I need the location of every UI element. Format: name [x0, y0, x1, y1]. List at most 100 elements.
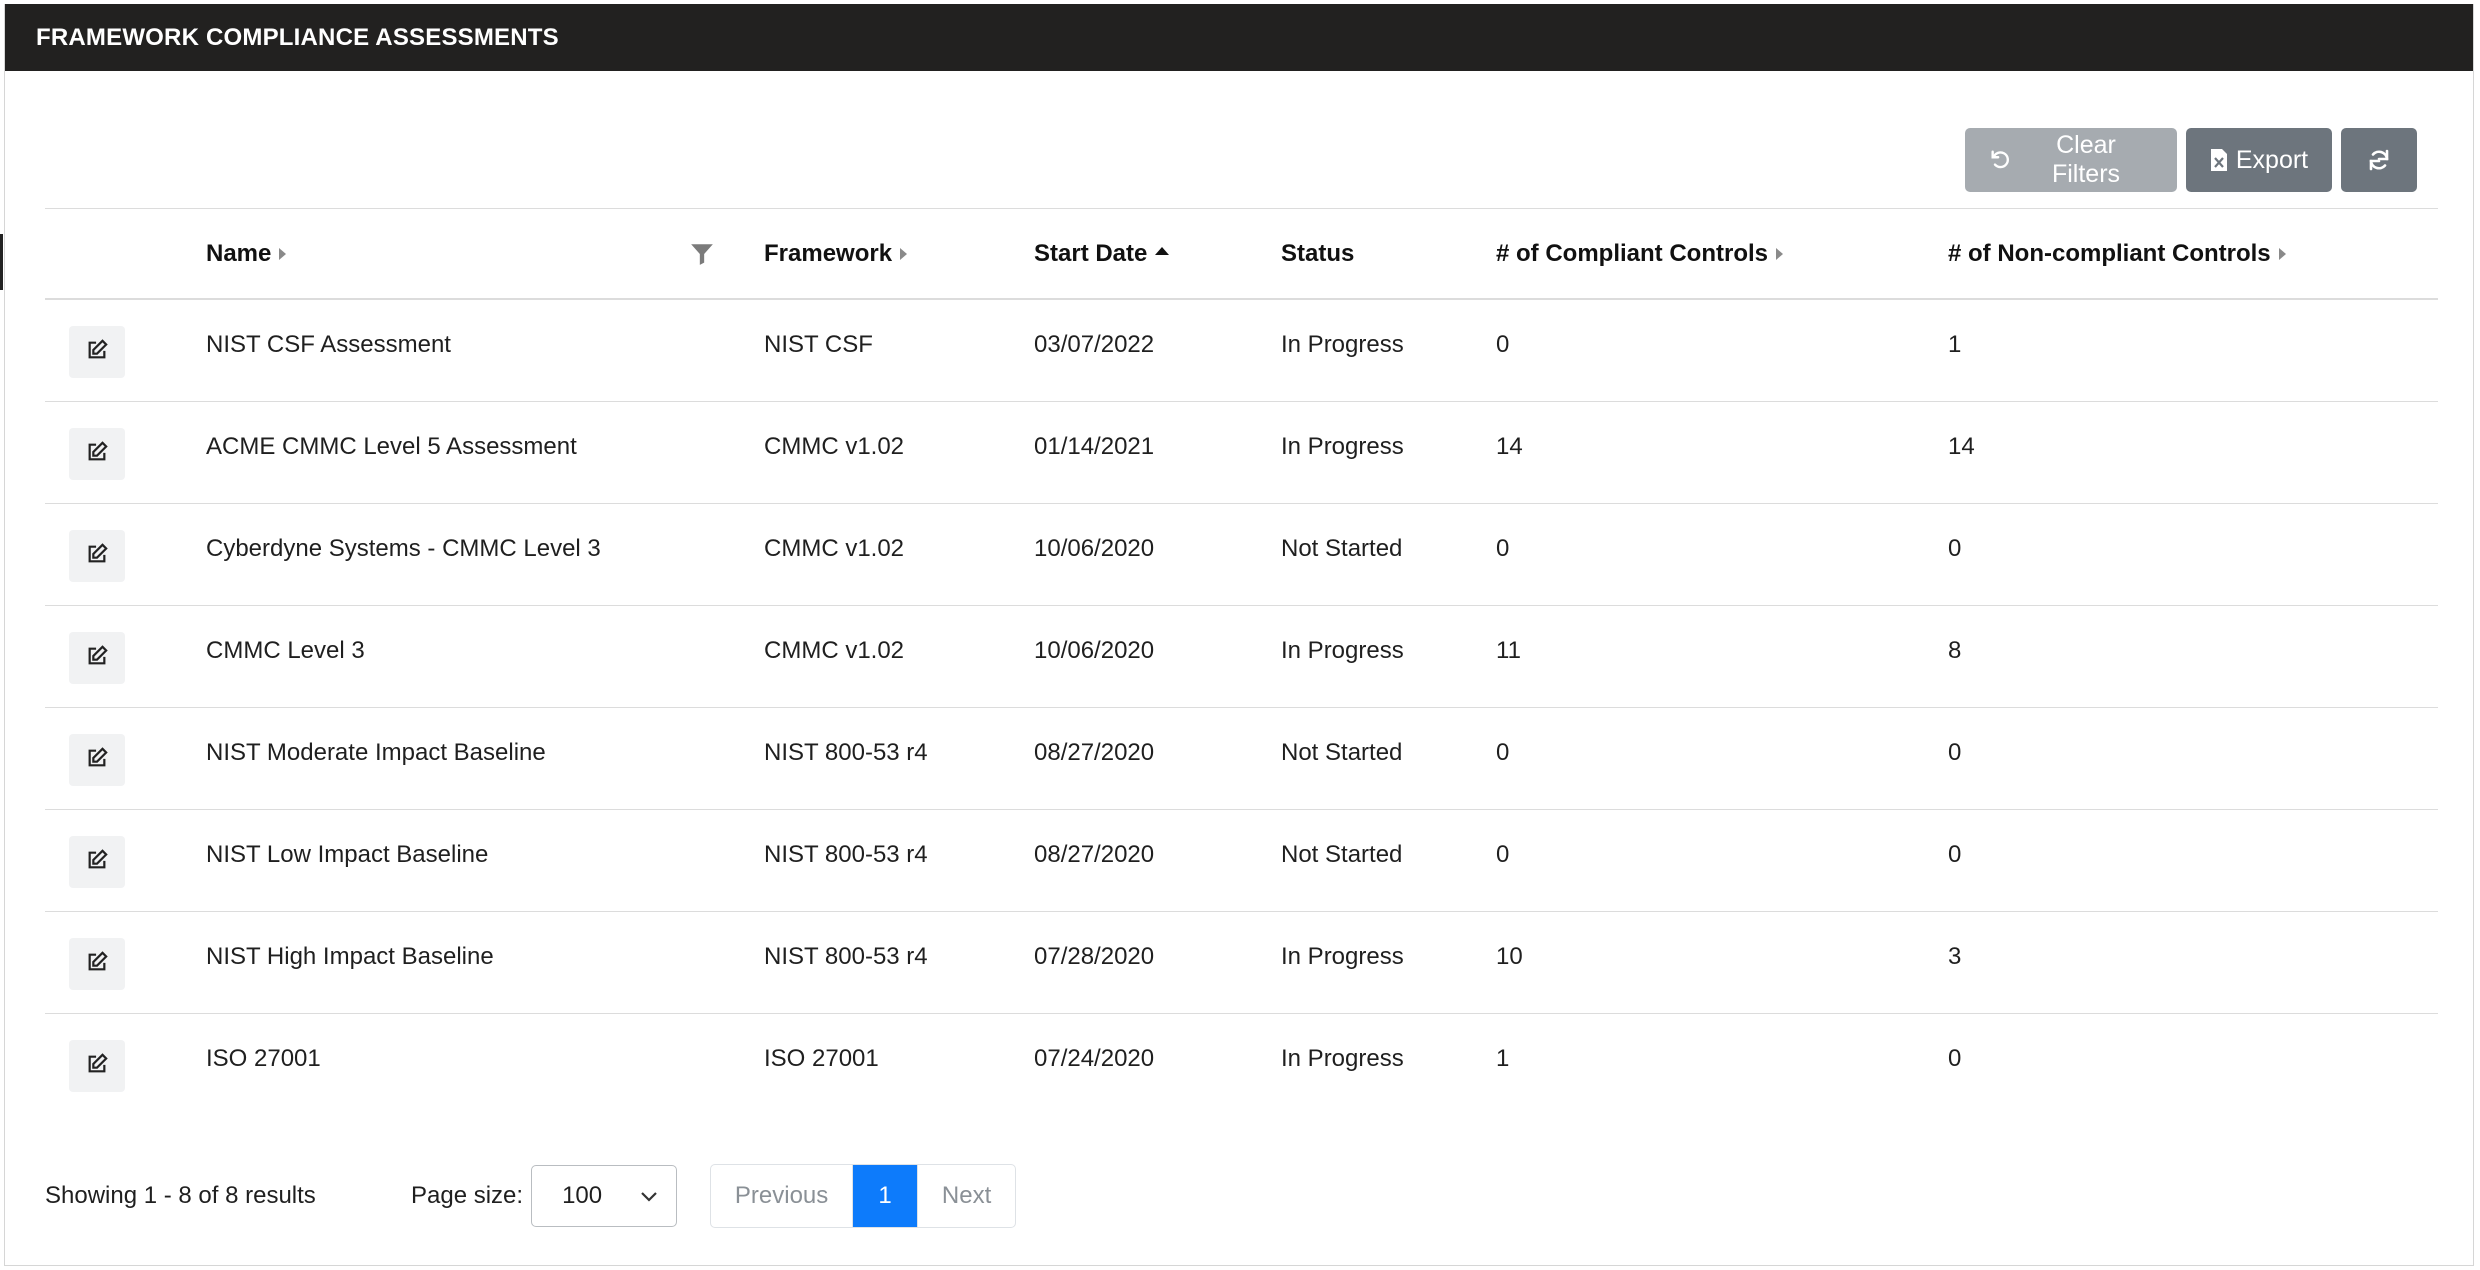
cell-name: NIST Low Impact Baseline: [206, 841, 489, 868]
cell-status: Not Started: [1281, 841, 1403, 868]
clear-filters-label: Clear Filters: [2051, 131, 2121, 188]
cell-framework: CMMC v1.02: [764, 433, 905, 460]
edit-button[interactable]: [69, 938, 125, 990]
cell-status: In Progress: [1281, 943, 1404, 970]
column-header-start-date[interactable]: Start Date: [1034, 209, 1170, 299]
assessments-panel: FRAMEWORK COMPLIANCE ASSESSMENTS Clear F…: [4, 4, 2474, 1266]
cell-noncompliant-controls: 14: [1948, 433, 1975, 460]
column-header-label: # of Non-compliant Controls: [1948, 240, 2271, 267]
edit-button[interactable]: [69, 428, 125, 480]
export-label: Export: [2235, 145, 2309, 174]
table-body: NIST CSF Assessment NIST CSF 03/07/2022 …: [45, 300, 2438, 1116]
column-header-name[interactable]: Name: [206, 209, 287, 299]
cell-start-date: 08/27/2020: [1034, 739, 1155, 766]
column-header-label: Start Date: [1034, 240, 1148, 267]
cell-noncompliant-controls: 0: [1948, 739, 1962, 766]
page-size-select[interactable]: 100: [531, 1165, 678, 1227]
cell-start-date: 01/14/2021: [1034, 433, 1155, 460]
page-1-button[interactable]: 1: [853, 1165, 918, 1227]
table-row: ISO 27001 ISO 27001 07/24/2020 In Progre…: [45, 1014, 2438, 1116]
cell-noncompliant-controls: 8: [1948, 637, 1962, 664]
cell-compliant-controls: 14: [1496, 433, 1523, 460]
next-page-button[interactable]: Next: [917, 1165, 1015, 1227]
cell-framework: NIST 800-53 r4: [764, 943, 928, 970]
column-header-label: Framework: [764, 240, 893, 267]
edit-icon: [86, 848, 108, 876]
sort-caret-icon: [1776, 248, 1783, 260]
refresh-button[interactable]: [2341, 128, 2417, 192]
cell-noncompliant-controls: 0: [1948, 841, 1962, 868]
table-footer: Showing 1 - 8 of 8 results Page size: 10…: [45, 1164, 1017, 1228]
cell-start-date: 07/24/2020: [1034, 1045, 1155, 1072]
table-row: NIST High Impact Baseline NIST 800-53 r4…: [45, 912, 2438, 1014]
cell-noncompliant-controls: 1: [1948, 331, 1962, 358]
table-row: Cyberdyne Systems - CMMC Level 3 CMMC v1…: [45, 504, 2438, 606]
assessments-table: Name Framework Start Date Status # of Co…: [45, 208, 2438, 1116]
column-header-noncompliant-controls[interactable]: # of Non-compliant Controls: [1948, 209, 2286, 299]
cell-status: In Progress: [1281, 1045, 1404, 1072]
chevron-down-icon: [640, 1182, 658, 1210]
cell-compliant-controls: 11: [1496, 637, 1521, 664]
table-row: ACME CMMC Level 5 Assessment CMMC v1.02 …: [45, 402, 2438, 504]
cell-name: NIST Moderate Impact Baseline: [206, 739, 546, 766]
sort-caret-icon: [900, 248, 908, 260]
edit-icon: [86, 644, 108, 672]
previous-page-button[interactable]: Previous: [711, 1165, 854, 1227]
cell-compliant-controls: 0: [1496, 331, 1510, 358]
cell-name: NIST CSF Assessment: [206, 331, 451, 358]
edit-button[interactable]: [69, 632, 125, 684]
excel-file-icon: [2210, 148, 2228, 172]
edit-icon: [86, 746, 108, 774]
edit-icon: [86, 950, 108, 978]
cell-name: Cyberdyne Systems - CMMC Level 3: [206, 535, 601, 562]
cell-framework: ISO 27001: [764, 1045, 879, 1072]
undo-icon: [1989, 149, 2011, 171]
pagination: Previous 1 Next: [710, 1164, 1017, 1228]
edit-icon: [86, 338, 108, 366]
table-row: NIST Low Impact Baseline NIST 800-53 r4 …: [45, 810, 2438, 912]
column-header-framework[interactable]: Framework: [764, 209, 908, 299]
sort-caret-icon: [279, 248, 287, 260]
cell-start-date: 10/06/2020: [1034, 637, 1155, 664]
column-header-compliant-controls[interactable]: # of Compliant Controls: [1496, 209, 1783, 299]
column-header-label: # of Compliant Controls: [1496, 240, 1768, 267]
edit-button[interactable]: [69, 530, 125, 582]
table-row: CMMC Level 3 CMMC v1.02 10/06/2020 In Pr…: [45, 606, 2438, 708]
edit-icon: [86, 542, 108, 570]
edit-button[interactable]: [69, 734, 125, 786]
cell-name: ACME CMMC Level 5 Assessment: [206, 433, 577, 460]
panel-title: FRAMEWORK COMPLIANCE ASSESSMENTS: [5, 4, 2473, 71]
cell-noncompliant-controls: 0: [1948, 1045, 1962, 1072]
sort-caret-icon: [2278, 248, 2286, 260]
filter-icon[interactable]: [689, 241, 715, 267]
refresh-icon: [2367, 148, 2391, 172]
column-header-status: Status: [1281, 209, 1354, 299]
edit-icon: [86, 440, 108, 468]
edit-button[interactable]: [69, 326, 125, 378]
cell-framework: CMMC v1.02: [764, 637, 905, 664]
cell-compliant-controls: 1: [1496, 1045, 1510, 1072]
cell-name: ISO 27001: [206, 1045, 321, 1072]
cell-compliant-controls: 10: [1496, 943, 1523, 970]
left-edge-marker: [0, 234, 3, 290]
cell-framework: CMMC v1.02: [764, 535, 905, 562]
table-toolbar: Clear Filters Export: [1965, 128, 2417, 192]
cell-framework: NIST CSF: [764, 331, 873, 358]
cell-noncompliant-controls: 0: [1948, 535, 1962, 562]
table-row: NIST CSF Assessment NIST CSF 03/07/2022 …: [45, 300, 2438, 402]
edit-button[interactable]: [69, 836, 125, 888]
cell-framework: NIST 800-53 r4: [764, 739, 928, 766]
cell-start-date: 07/28/2020: [1034, 943, 1155, 970]
page-size-label: Page size:: [411, 1182, 524, 1209]
column-header-label: Name: [206, 240, 272, 267]
cell-name: NIST High Impact Baseline: [206, 943, 494, 970]
cell-framework: NIST 800-53 r4: [764, 841, 928, 868]
edit-button[interactable]: [69, 1040, 125, 1092]
clear-filters-button[interactable]: Clear Filters: [1965, 128, 2177, 192]
export-button[interactable]: Export: [2186, 128, 2332, 192]
cell-compliant-controls: 0: [1496, 841, 1510, 868]
sort-ascending-icon: [1155, 247, 1170, 255]
results-count: Showing 1 - 8 of 8 results: [45, 1182, 316, 1209]
cell-status: In Progress: [1281, 433, 1404, 460]
cell-start-date: 10/06/2020: [1034, 535, 1155, 562]
